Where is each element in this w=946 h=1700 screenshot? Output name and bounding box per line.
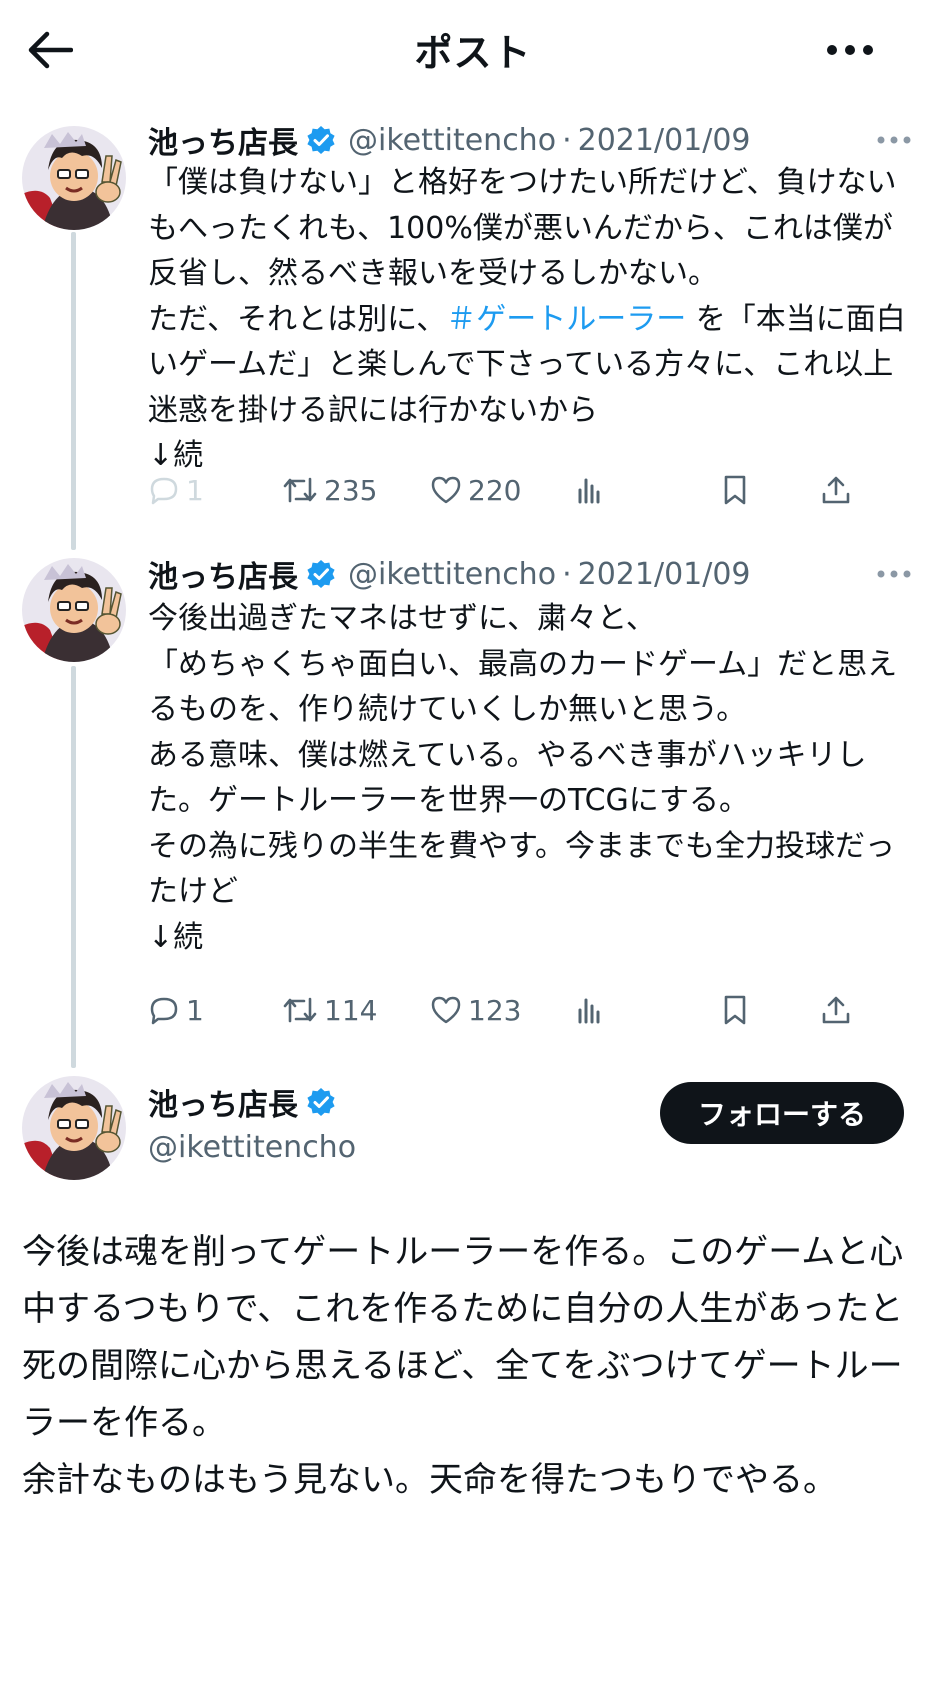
thread-connector xyxy=(71,666,76,1068)
verified-badge-icon xyxy=(307,560,335,588)
tweet-more-button[interactable] xyxy=(872,118,916,162)
avatar[interactable] xyxy=(22,126,126,230)
repost-icon xyxy=(283,477,317,503)
bookmark-button[interactable] xyxy=(722,986,748,1034)
separator: · xyxy=(562,122,572,158)
heart-icon xyxy=(431,996,461,1024)
reply-count: 1 xyxy=(186,993,204,1027)
repost-count: 235 xyxy=(324,473,378,507)
reply-button[interactable]: 1 xyxy=(148,986,204,1034)
page-title: ポスト xyxy=(414,31,532,75)
author-name[interactable]: 池っち店長 xyxy=(148,118,298,162)
repost-count: 114 xyxy=(324,993,378,1027)
verified-badge-icon xyxy=(307,126,335,154)
share-button[interactable] xyxy=(820,466,852,514)
more-options-button[interactable] xyxy=(820,28,880,72)
tweet-actions: 1 235 220 xyxy=(148,466,922,514)
verified-badge-icon xyxy=(307,1088,335,1116)
tweet-more-button[interactable] xyxy=(872,552,916,596)
avatar[interactable] xyxy=(22,1076,126,1180)
tweet-actions: 1 114 123 xyxy=(148,986,922,1034)
reply-button[interactable]: 1 xyxy=(148,466,204,514)
tweet-header: 池っち店長 @ikettitencho · 2021/01/09 xyxy=(148,118,916,162)
repost-button[interactable]: 114 xyxy=(282,986,377,1034)
more-horizontal-icon xyxy=(827,45,873,55)
main-post-header: 池っち店長 @ikettitencho xyxy=(148,1078,356,1165)
repost-button[interactable]: 235 xyxy=(282,466,377,514)
bookmark-icon xyxy=(724,475,746,505)
author-row: 池っち店長 xyxy=(148,1078,356,1126)
avatar[interactable] xyxy=(22,558,126,662)
separator: · xyxy=(562,556,572,592)
like-count: 123 xyxy=(468,993,522,1027)
share-button[interactable] xyxy=(820,986,852,1034)
top-bar: ポスト xyxy=(0,0,946,100)
views-button[interactable] xyxy=(576,986,604,1034)
post-date[interactable]: 2021/01/09 xyxy=(578,123,751,158)
follow-button[interactable]: フォローする xyxy=(660,1082,904,1144)
bookmark-button[interactable] xyxy=(722,466,748,514)
hashtag-link[interactable]: ＃ゲートルーラー xyxy=(446,302,686,337)
tweet-text: 「僕は負けない」と格好をつけたい所だけど、負けないもへったくれも、100%僕が悪… xyxy=(148,160,918,479)
post-date[interactable]: 2021/01/09 xyxy=(578,557,751,592)
like-button[interactable]: 123 xyxy=(430,986,521,1034)
more-horizontal-icon xyxy=(877,570,911,578)
tweet-text: 今後出過ぎたマネはせずに、粛々と、 「めちゃくちゃ面白い、最高のカードゲーム」だ… xyxy=(148,601,898,955)
author-handle[interactable]: @ikettitencho xyxy=(148,1130,356,1165)
bookmark-icon xyxy=(724,995,746,1025)
like-count: 220 xyxy=(468,473,522,507)
thread-connector xyxy=(71,232,76,550)
repost-icon xyxy=(283,997,317,1023)
share-icon xyxy=(822,996,850,1024)
author-name[interactable]: 池っち店長 xyxy=(148,1080,298,1124)
like-button[interactable]: 220 xyxy=(430,466,521,514)
analytics-icon xyxy=(578,998,600,1024)
heart-icon xyxy=(431,476,461,504)
author-handle[interactable]: @ikettitencho xyxy=(348,557,556,592)
reply-count: 1 xyxy=(186,473,204,507)
reply-icon xyxy=(150,477,178,505)
author-name[interactable]: 池っち店長 xyxy=(148,552,298,596)
share-icon xyxy=(822,476,850,504)
reply-icon xyxy=(150,997,178,1025)
author-handle[interactable]: @ikettitencho xyxy=(348,123,556,158)
main-post-text: 今後は魂を削ってゲートルーラーを作る。このゲームと心中するつもりで、これを作るた… xyxy=(22,1232,904,1500)
more-horizontal-icon xyxy=(877,136,911,144)
tweet-header: 池っち店長 @ikettitencho · 2021/01/09 xyxy=(148,552,916,596)
views-button[interactable] xyxy=(576,466,604,514)
analytics-icon xyxy=(578,478,600,504)
